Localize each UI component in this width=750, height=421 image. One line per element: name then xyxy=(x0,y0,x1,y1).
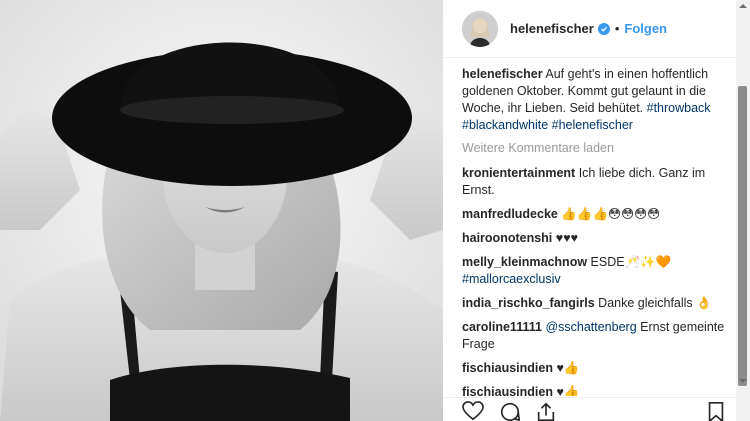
comment-item: caroline11111 @sschattenberg Ernst gemei… xyxy=(462,319,732,353)
heart-icon[interactable] xyxy=(462,401,484,421)
post-sidebar: helenefischer • Folgen helenefischer Auf… xyxy=(443,0,750,421)
post-image xyxy=(0,0,443,421)
comment-username[interactable]: fischiausindien xyxy=(462,385,553,396)
comment-text: Danke gleichfalls 👌 xyxy=(598,296,712,310)
comment-item: melly_kleinmachnow ESDE🥂✨🧡 #mallorcaexcl… xyxy=(462,254,732,288)
comment-username[interactable]: melly_kleinmachnow xyxy=(462,255,587,269)
header-username[interactable]: helenefischer xyxy=(510,21,594,36)
header-separator: • xyxy=(614,21,620,36)
comment-username[interactable]: india_rischko_fangirls xyxy=(462,296,595,310)
comment-item: india_rischko_fangirls Danke gleichfalls… xyxy=(462,295,732,312)
share-icon[interactable] xyxy=(535,401,557,421)
post-actions-bar xyxy=(443,397,750,421)
verified-badge-icon xyxy=(597,22,610,35)
comment-item: fischiausindien ♥👍 xyxy=(462,384,732,396)
comment-item: manfredludecke 👍👍👍😳😳😳😳 xyxy=(462,206,732,223)
comment-username[interactable]: fischiausindien xyxy=(462,361,553,375)
comment-hashtag[interactable]: #mallorcaexclusiv xyxy=(462,272,561,286)
comment-mention[interactable]: @sschattenberg xyxy=(545,320,636,334)
comment-username[interactable]: caroline11111 xyxy=(462,320,542,334)
comment-text: ESDE🥂✨🧡 xyxy=(590,255,672,269)
comment-username[interactable]: kronientertainment xyxy=(462,166,575,180)
caption-username[interactable]: helenefischer xyxy=(462,67,543,81)
comment-text: ♥👍 xyxy=(556,385,580,396)
scroll-down-icon[interactable] xyxy=(739,377,747,385)
follow-button[interactable]: Folgen xyxy=(624,21,667,36)
comment-text: 👍👍👍😳😳😳😳 xyxy=(561,207,661,221)
scroll-up-icon[interactable] xyxy=(739,2,747,10)
comment-item: kronientertainment Ich liebe dich. Ganz … xyxy=(462,165,732,199)
post-header: helenefischer • Folgen xyxy=(443,0,750,58)
comment-text: ♥👍 xyxy=(556,361,580,375)
comment-item: hairoonotenshi ♥♥♥ xyxy=(462,230,732,247)
comment-list[interactable]: helenefischer Auf geht's in einen hoffen… xyxy=(462,66,732,396)
scrollbar-thumb[interactable] xyxy=(738,86,747,386)
comment-username[interactable]: hairoonotenshi xyxy=(462,231,552,245)
post-photo[interactable] xyxy=(0,0,443,421)
comment-item: fischiausindien ♥👍 xyxy=(462,360,732,377)
comment-scrollbar[interactable] xyxy=(736,0,750,421)
avatar[interactable] xyxy=(462,10,498,47)
comment-username[interactable]: manfredludecke xyxy=(462,207,558,221)
post-caption: helenefischer Auf geht's in einen hoffen… xyxy=(462,66,732,134)
bookmark-icon[interactable] xyxy=(706,401,728,421)
comment-icon[interactable] xyxy=(499,401,521,421)
load-more-comments-link[interactable]: Weitere Kommentare laden xyxy=(462,140,732,157)
comment-text: ♥♥♥ xyxy=(555,231,579,245)
